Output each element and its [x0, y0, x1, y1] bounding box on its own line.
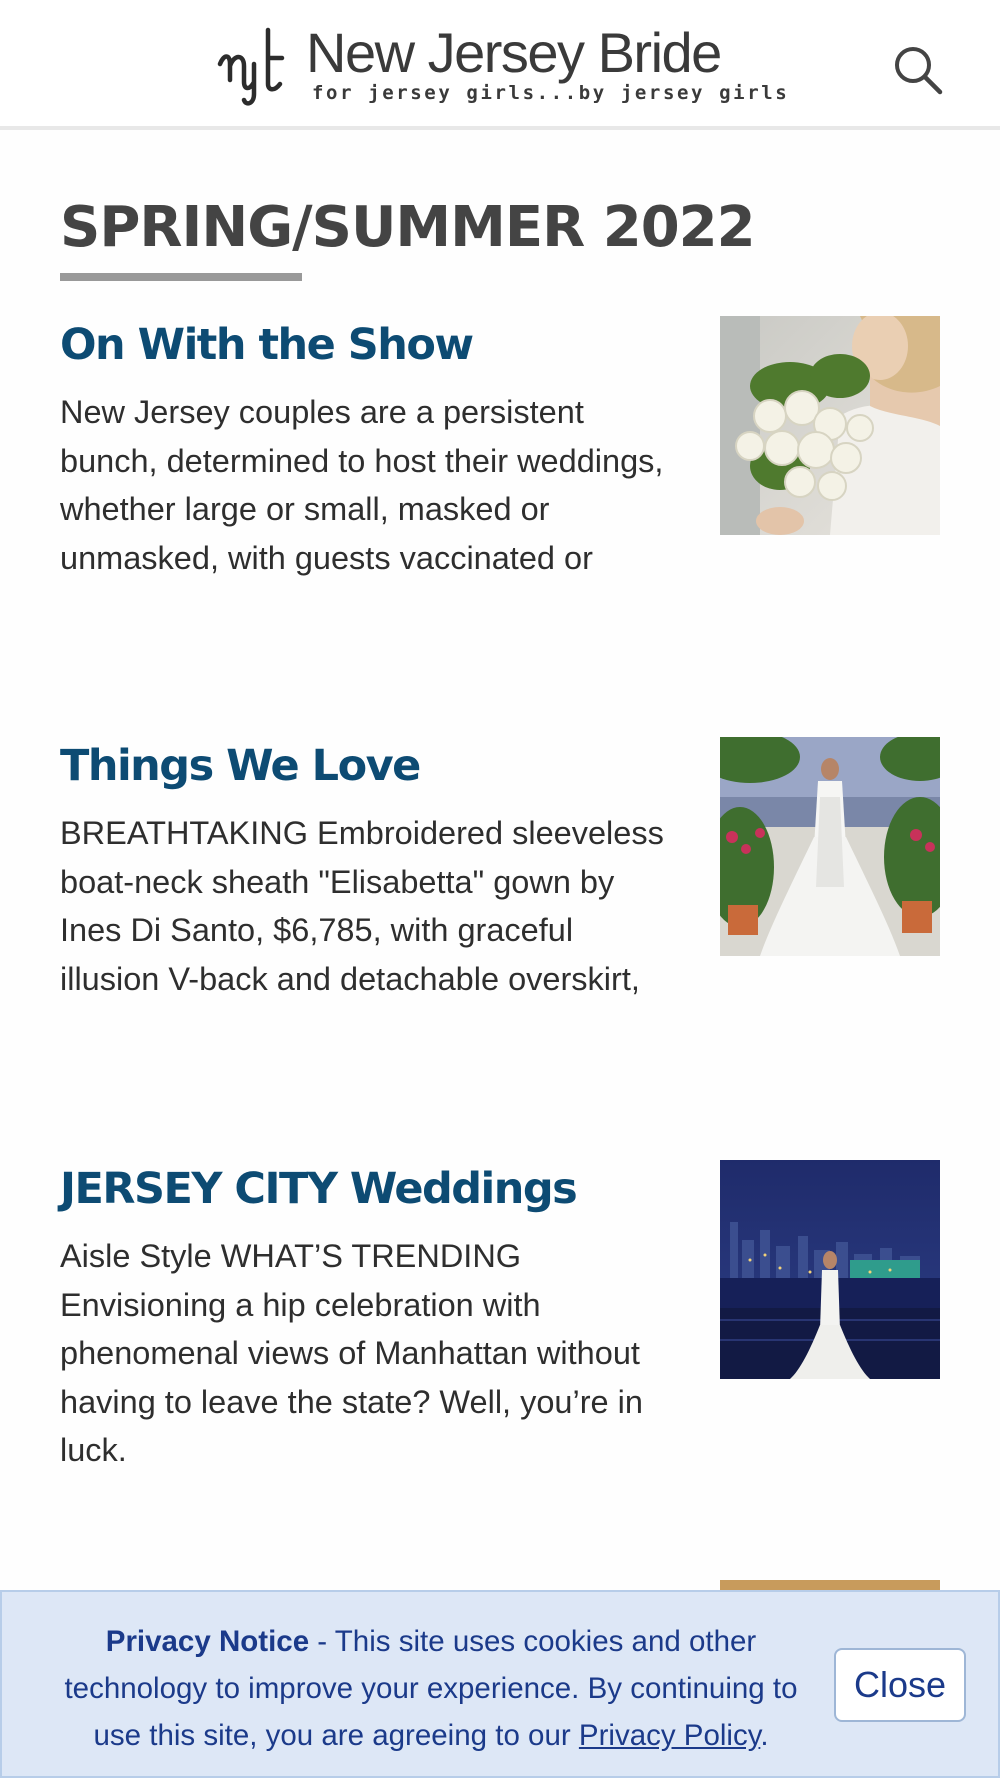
- njb-monogram-icon: [217, 27, 285, 106]
- privacy-notice-banner: Privacy Notice - This site uses cookies …: [0, 1590, 1000, 1778]
- article-title[interactable]: On With the Show: [60, 320, 474, 370]
- article-thumbnail[interactable]: [720, 737, 940, 956]
- privacy-notice-heading: Privacy Notice: [105, 1625, 310, 1658]
- site-header: New Jersey Bride for jersey girls...by j…: [0, 0, 1000, 130]
- search-button[interactable]: [892, 44, 944, 96]
- site-logo[interactable]: New Jersey Bride for jersey girls...by j…: [214, 22, 794, 112]
- article-title[interactable]: JERSEY CITY Weddings: [60, 1164, 578, 1214]
- article-excerpt: Aisle Style WHAT’S TRENDING Envisioning …: [60, 1238, 643, 1468]
- logo-title: New Jersey Bride: [306, 21, 722, 84]
- privacy-notice-period: .: [760, 1719, 769, 1752]
- article-excerpt: New Jersey couples are a persistent bunc…: [60, 394, 664, 576]
- article-title[interactable]: Things We Love: [60, 741, 421, 791]
- section-title-underline: [60, 273, 302, 281]
- article-excerpt: BREATHTAKING Embroidered sleeveless boat…: [60, 815, 664, 997]
- bride-skyline-image: [720, 1160, 940, 1379]
- bride-bouquet-image: [720, 316, 940, 535]
- logo-tagline: for jersey girls...by jersey girls: [312, 82, 790, 104]
- article-thumbnail[interactable]: [720, 1160, 940, 1379]
- privacy-notice-text: Privacy Notice - This site uses cookies …: [46, 1618, 816, 1759]
- section-title: SPRING/SUMMER 2022: [60, 195, 756, 260]
- article-thumbnail[interactable]: [720, 316, 940, 535]
- close-button[interactable]: Close: [834, 1648, 966, 1722]
- search-icon: [895, 47, 943, 95]
- privacy-policy-link[interactable]: Privacy Policy: [579, 1719, 760, 1752]
- bride-garden-image: [720, 737, 940, 956]
